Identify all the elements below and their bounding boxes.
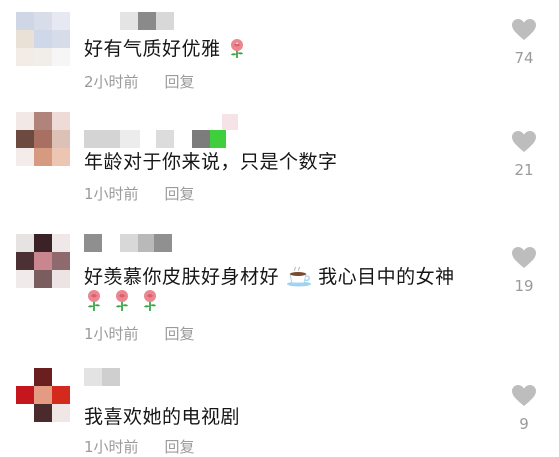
avatar[interactable] <box>16 234 70 288</box>
rose-emoji <box>227 37 247 64</box>
username-pixelated <box>222 114 238 130</box>
timestamp: 1小时前 <box>84 185 139 203</box>
like-count: 19 <box>514 277 534 295</box>
like-count: 9 <box>519 415 529 433</box>
username-pixelated[interactable] <box>84 234 172 252</box>
comment-meta: 1小时前 回复 <box>84 183 195 204</box>
reply-button[interactable]: 回复 <box>165 436 195 457</box>
username-pixelated[interactable] <box>84 130 226 148</box>
like-button[interactable]: 21 <box>507 130 541 179</box>
timestamp: 1小时前 <box>84 325 139 343</box>
reply-button[interactable]: 回复 <box>165 323 195 344</box>
rose-emoji <box>140 288 160 316</box>
coffee-emoji <box>286 265 312 292</box>
heart-icon <box>512 131 536 152</box>
heart-icon <box>512 247 536 268</box>
avatar[interactable] <box>16 12 70 66</box>
username-pixelated[interactable] <box>120 12 174 30</box>
like-button[interactable]: 9 <box>507 384 541 433</box>
comment-meta: 1小时前 回复 <box>84 436 195 457</box>
rose-emoji <box>112 288 132 316</box>
comment-text: 我喜欢她的电视剧 <box>84 406 241 428</box>
like-count: 74 <box>514 49 534 67</box>
heart-icon <box>512 19 536 40</box>
comment-meta: 1小时前 回复 <box>84 323 195 344</box>
like-button[interactable]: 74 <box>507 18 541 67</box>
like-button[interactable]: 19 <box>507 246 541 295</box>
reply-button[interactable]: 回复 <box>165 71 195 92</box>
avatar[interactable] <box>16 368 70 422</box>
comment-meta: 2小时前 回复 <box>84 71 195 92</box>
username-pixelated[interactable] <box>84 368 120 386</box>
like-count: 21 <box>514 161 534 179</box>
avatar[interactable] <box>16 112 70 166</box>
rose-emoji-row <box>84 288 160 316</box>
comment-text: 好有气质好优雅 <box>84 34 247 64</box>
timestamp: 1小时前 <box>84 438 139 456</box>
heart-icon <box>512 385 536 406</box>
reply-button[interactable]: 回复 <box>165 183 195 204</box>
comment-text: 年龄对于你来说，只是个数字 <box>84 151 338 173</box>
rose-emoji <box>84 288 104 316</box>
timestamp: 2小时前 <box>84 73 139 91</box>
